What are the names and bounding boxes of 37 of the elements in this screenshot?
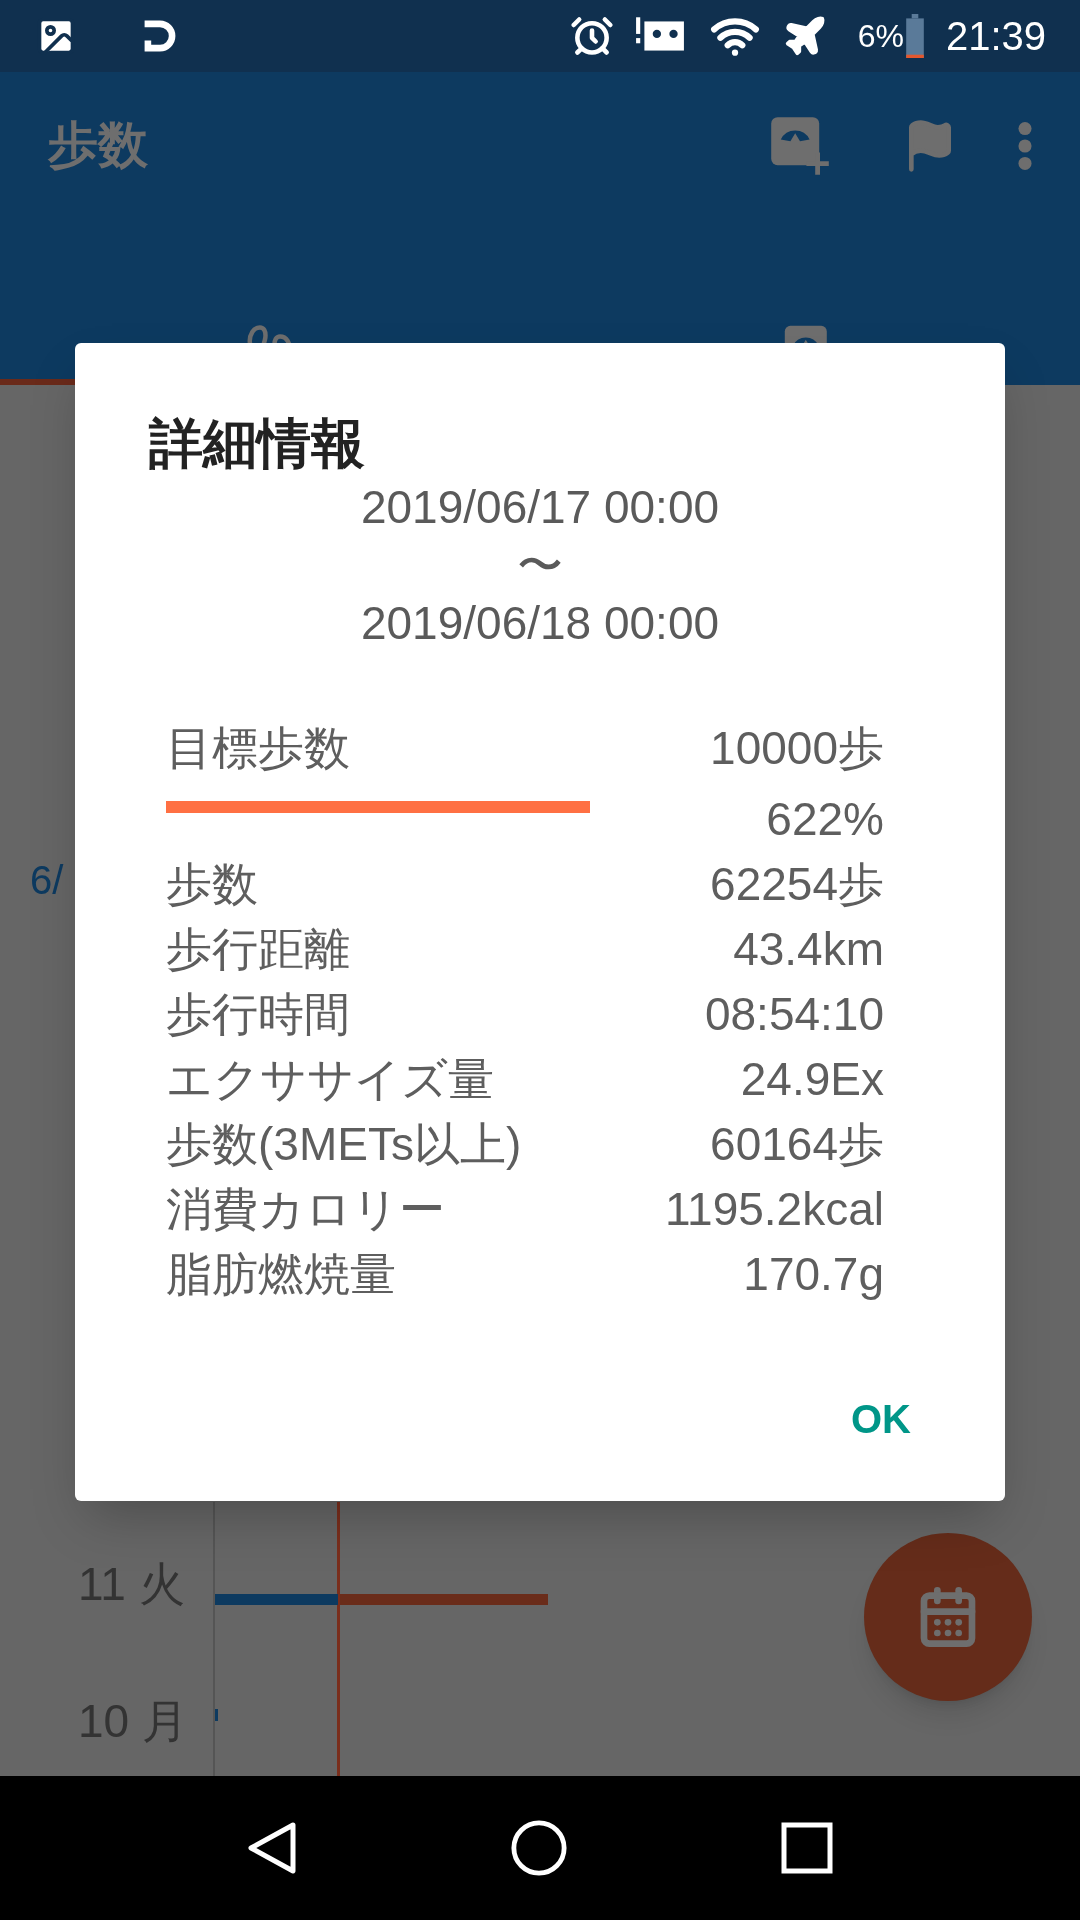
progress-reading: 622%: [766, 792, 884, 847]
stat-value: 1195.2kcal: [664, 1182, 884, 1237]
ok-button[interactable]: OK: [831, 1375, 931, 1463]
stat-value: 62254歩: [710, 857, 884, 912]
battery-percent: 6%: [857, 17, 904, 56]
alarm-icon: [569, 14, 614, 58]
stat-label: 歩数(3METs以上): [166, 1117, 522, 1172]
back-icon: [246, 1821, 297, 1875]
stat-label: 歩行時間: [166, 987, 350, 1042]
home-icon: [510, 1819, 568, 1877]
goal-value: 10000歩: [710, 721, 884, 776]
stat-label: 歩数: [166, 857, 258, 912]
dialog-title: 詳細情報: [149, 412, 366, 475]
more-menu-button[interactable]: [1018, 121, 1032, 170]
stat-label: エクササイズ量: [166, 1052, 494, 1107]
recents-button[interactable]: [781, 1822, 834, 1874]
period-separator: 〜: [517, 538, 563, 593]
clock-time: 21:39: [945, 13, 1046, 60]
stat-value: 08:54:10: [704, 987, 884, 1042]
stat-value: 170.7g: [743, 1247, 884, 1302]
menu-icon: [1018, 121, 1032, 170]
stat-label: 脂肪燃焼量: [166, 1247, 396, 1302]
stat-value: 24.9Ex: [740, 1052, 884, 1107]
chart-bar: [215, 1709, 218, 1721]
period-end: 2019/06/18 00:00: [360, 596, 720, 651]
period-start: 2019/06/17 00:00: [360, 480, 720, 535]
date-label: 6/: [30, 857, 64, 904]
home-button[interactable]: [510, 1819, 568, 1877]
stat-value: 60164歩: [710, 1117, 884, 1172]
stat-label: 消費カロリー: [166, 1182, 445, 1237]
goal-label: 目標歩数: [166, 721, 350, 776]
stat-label: 歩行距離: [166, 922, 350, 977]
stat-value: 43.4km: [733, 922, 884, 977]
back-button[interactable]: [246, 1821, 297, 1875]
app-title: 歩数: [48, 116, 148, 175]
recents-icon: [781, 1822, 834, 1874]
battery-icon: [905, 14, 924, 58]
